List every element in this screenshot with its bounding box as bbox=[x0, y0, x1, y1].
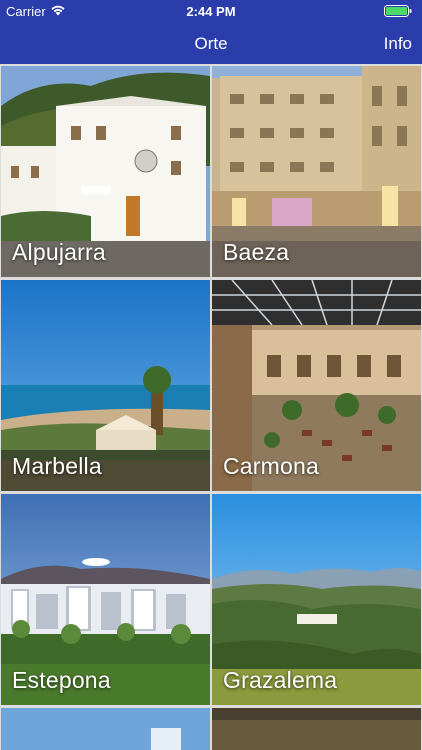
status-time: 2:44 PM bbox=[186, 4, 236, 19]
info-button[interactable]: Info bbox=[384, 34, 412, 54]
place-name: Estepona bbox=[12, 667, 111, 693]
place-tile-partial-right[interactable] bbox=[212, 708, 421, 750]
place-tile-grazalema[interactable]: Grazalema bbox=[212, 494, 421, 705]
partial-photo-right bbox=[212, 708, 421, 750]
place-tile-baeza[interactable]: Baeza bbox=[212, 66, 421, 277]
place-name: Marbella bbox=[12, 453, 102, 479]
place-name: Carmona bbox=[223, 453, 319, 479]
status-bar: Carrier 2:44 PM bbox=[0, 0, 422, 22]
battery-icon bbox=[384, 5, 412, 17]
place-tile-carmona[interactable]: Carmona bbox=[212, 280, 421, 491]
app-screen: Carrier 2:44 PM Orte Info Alpujarra Baez… bbox=[0, 0, 422, 750]
partial-photo-left bbox=[1, 708, 210, 750]
place-tile-estepona[interactable]: Estepona bbox=[1, 494, 210, 705]
nav-title: Orte bbox=[194, 34, 228, 53]
place-name: Alpujarra bbox=[12, 239, 106, 265]
place-name: Baeza bbox=[223, 239, 290, 265]
place-tile-alpujarra[interactable]: Alpujarra bbox=[1, 66, 210, 277]
place-name: Grazalema bbox=[223, 667, 338, 693]
place-tile-partial-left[interactable] bbox=[1, 708, 210, 750]
navigation-bar: Carrier 2:44 PM Orte Info bbox=[0, 0, 422, 64]
place-tile-marbella[interactable]: Marbella bbox=[1, 280, 210, 491]
